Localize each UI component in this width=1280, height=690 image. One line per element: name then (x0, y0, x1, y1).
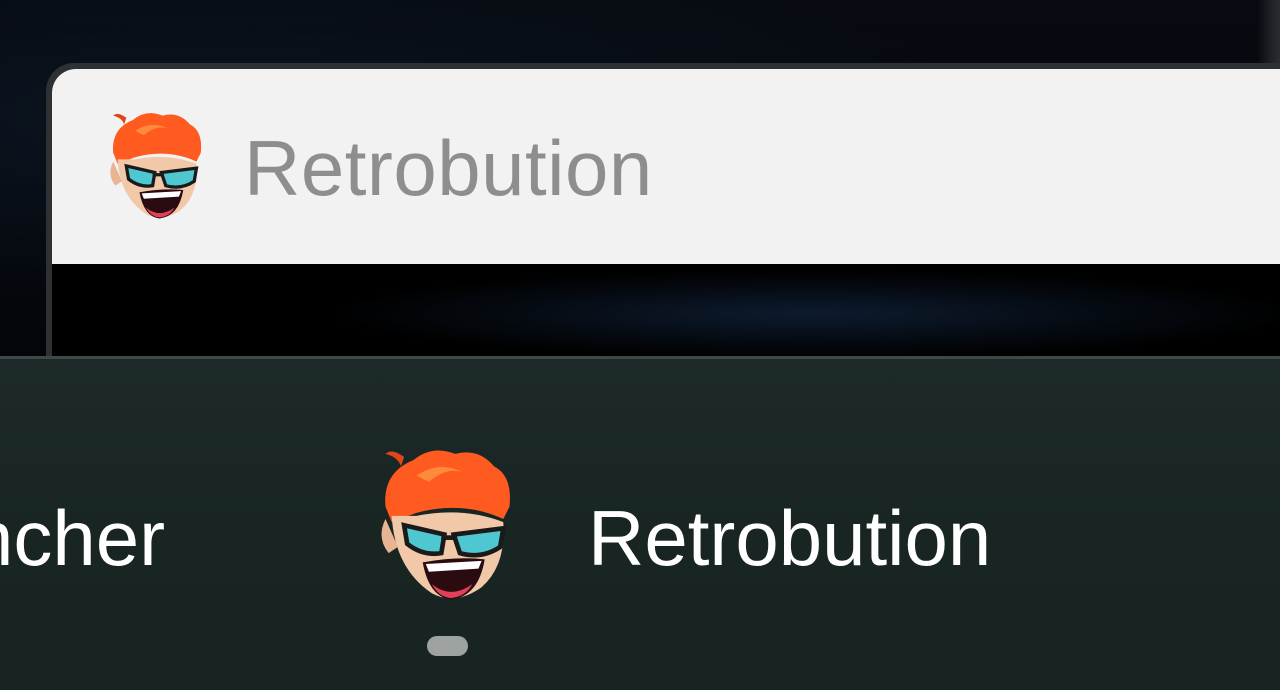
retrobution-app-icon (381, 450, 510, 600)
app-window[interactable]: Retrobution (46, 63, 1280, 383)
window-title: Retrobution (244, 124, 653, 212)
retrobution-app-icon (110, 113, 202, 219)
window-titlebar[interactable]: Retrobution (52, 69, 1280, 264)
taskbar-item-label: ncher (0, 494, 166, 582)
taskbar: ncher Retrobution (0, 356, 1280, 690)
active-window-indicator (427, 636, 468, 656)
background-window-edge (1256, 0, 1280, 70)
taskbar-item-label: Retrobution (588, 494, 992, 582)
